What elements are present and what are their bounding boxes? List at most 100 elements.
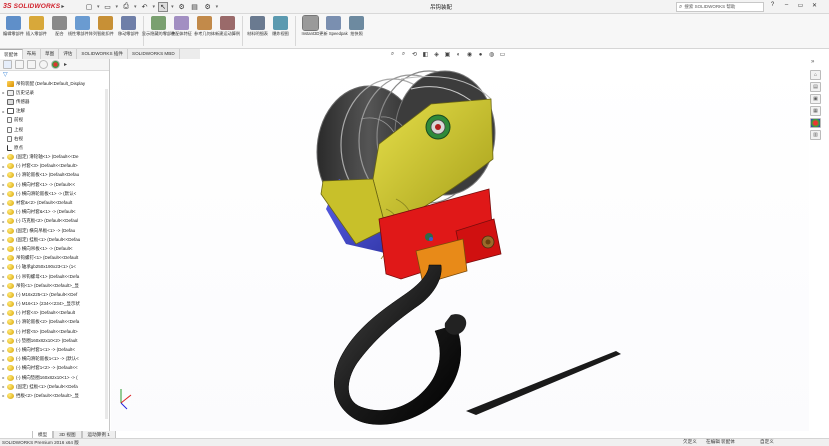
ribbon-button[interactable]: 参考几何体 xyxy=(193,14,216,36)
ribbon-button[interactable]: 拍快照 xyxy=(345,14,368,36)
expand-icon[interactable]: ▸ xyxy=(0,90,7,95)
undo-icon[interactable]: ↶ xyxy=(140,2,150,12)
ribbon-button[interactable]: 显示隐藏的零部件 xyxy=(142,14,175,36)
close-icon[interactable]: ✕ xyxy=(810,2,819,9)
expand-icon[interactable]: ▸ xyxy=(0,393,7,398)
ribbon-button[interactable]: 线性零部件阵列 xyxy=(68,14,97,36)
tree-item[interactable]: ▸ (-) 横向衬套1<1> -> (Default< xyxy=(0,345,109,354)
select-arrow-icon[interactable]: ↖ xyxy=(158,1,169,12)
tree-item[interactable]: 上视 xyxy=(0,125,109,134)
tree-item[interactable]: 前视 xyxy=(0,116,109,125)
ribbon-button[interactable]: 材料明细表 xyxy=(246,14,269,36)
chevron-down-icon[interactable]: ▾ xyxy=(134,4,137,10)
tree-item[interactable]: ▸ (-) 垫圈160x82x10<2> (Default xyxy=(0,336,109,345)
command-tab[interactable]: 布局 xyxy=(23,49,41,59)
property-manager-tab-icon[interactable] xyxy=(15,60,24,69)
expand-icon[interactable]: ▸ xyxy=(0,219,7,224)
chevron-down-icon[interactable]: ▾ xyxy=(153,4,156,10)
rebuild-icon[interactable]: ⚙ xyxy=(177,2,187,12)
design-library-icon[interactable]: ▤ xyxy=(810,82,821,92)
command-tab[interactable]: SOLIDWORKS 插件 xyxy=(77,49,129,59)
search-box[interactable]: ⌕ 搜索 SOLIDWORKS 帮助 xyxy=(676,2,764,12)
tree-item[interactable]: ▸ (-) M16<1> (234<<234>_显示状 xyxy=(0,300,109,309)
ribbon-button[interactable]: 爆炸视图 xyxy=(269,14,292,36)
display-style-icon[interactable]: ◐ xyxy=(454,50,463,59)
expand-icon[interactable]: ▸ xyxy=(0,201,7,206)
tree-item[interactable]: ▸ (-) 滑轮嵌板<1> (Default<Defau xyxy=(0,171,109,180)
tree-item[interactable]: ▸ 挡板<2> (Default<<Default>_显 xyxy=(0,391,109,400)
expand-icon[interactable]: ▸ xyxy=(0,109,7,114)
expand-icon[interactable]: ▸ xyxy=(0,228,7,233)
solidworks-logo[interactable]: 3S SOLIDWORKS ▸ xyxy=(0,3,70,10)
expand-icon[interactable]: ▸ xyxy=(0,357,7,362)
restore-icon[interactable]: ▭ xyxy=(796,2,805,9)
previous-view-icon[interactable]: ⟲ xyxy=(410,50,419,59)
expand-icon[interactable]: ▸ xyxy=(0,274,7,279)
tree-item[interactable]: ▸ 吊钩<1> (Default<<Default>_显 xyxy=(0,281,109,290)
tree-item[interactable]: 传感器 xyxy=(0,97,109,106)
edit-appearance-icon[interactable]: ● xyxy=(476,50,485,59)
expand-icon[interactable]: ▸ xyxy=(0,384,7,389)
expand-icon[interactable]: ▸ xyxy=(0,155,7,160)
ribbon-button[interactable]: 移动零部件 xyxy=(117,14,140,36)
task-pane-collapse-icon[interactable]: » xyxy=(811,59,814,65)
expand-icon[interactable]: ▸ xyxy=(0,210,7,215)
custom-properties-icon[interactable]: ▥ xyxy=(810,130,821,140)
expand-icon[interactable]: ▸ xyxy=(0,320,7,325)
help-icon[interactable]: ? xyxy=(768,2,777,9)
expand-icon[interactable]: ▸ xyxy=(0,182,7,187)
display-manager-tab-icon[interactable] xyxy=(51,60,60,69)
tree-item[interactable]: ▸ (固定) 滑轮轴<1> (Default<<De xyxy=(0,153,109,162)
expand-icon[interactable]: ▸ xyxy=(0,283,7,288)
panel-expand-icon[interactable]: ▸ xyxy=(64,61,67,68)
tree-item[interactable]: ▸ (-) 衬套<4> (Default<<Default xyxy=(0,309,109,318)
chevron-down-icon[interactable]: ▾ xyxy=(97,4,100,10)
tree-item[interactable]: ▸ (-) 衬套<3> (Default<<Default> xyxy=(0,162,109,171)
hook-assembly-model[interactable] xyxy=(111,59,809,431)
view-settings-icon[interactable]: ▭ xyxy=(498,50,507,59)
status-units[interactable]: 自定义 xyxy=(760,439,774,445)
view-triad[interactable] xyxy=(120,389,132,410)
dynamic-annotation-icon[interactable]: ◈ xyxy=(432,50,441,59)
tree-item[interactable]: ▸ (固定) 挂板<1> (Default<<Defau xyxy=(0,235,109,244)
section-view-icon[interactable]: ◧ xyxy=(421,50,430,59)
expand-icon[interactable]: ▸ xyxy=(0,164,7,169)
tree-item[interactable]: ▸ (-) 衬套<5> (Default<<Default> xyxy=(0,327,109,336)
tree-item[interactable]: ▸ (-) 巧克板<2> (Default<<Defaul xyxy=(0,217,109,226)
new-file-icon[interactable]: ▢ xyxy=(84,2,94,12)
tree-item[interactable]: ▸ (-) 横向衬套1<2> -> (Default<< xyxy=(0,364,109,373)
tree-item[interactable]: ▸ (-) 横向衬套&<1> -> (Default< xyxy=(0,208,109,217)
chevron-down-icon[interactable]: ▾ xyxy=(171,4,174,10)
ribbon-button[interactable]: 插入零部件 xyxy=(25,14,48,36)
file-properties-icon[interactable]: ▤ xyxy=(190,2,200,12)
tree-item[interactable]: ▸ 历史记录 xyxy=(0,88,109,97)
configuration-manager-tab-icon[interactable] xyxy=(27,60,36,69)
command-tab[interactable]: 评估 xyxy=(59,49,78,59)
expand-icon[interactable]: ▸ xyxy=(0,292,7,297)
expand-icon[interactable]: ▸ xyxy=(0,311,7,316)
tree-item[interactable]: ▸ (-) M16x225<1> (Default<<Def xyxy=(0,290,109,299)
view-orientation-icon[interactable]: ▣ xyxy=(443,50,452,59)
apply-scene-icon[interactable]: ◍ xyxy=(487,50,496,59)
minimize-icon[interactable]: – xyxy=(782,2,791,9)
print-icon[interactable]: ⎙ xyxy=(121,2,131,12)
tree-root[interactable]: 吊钩装配 (Default<Default_Display xyxy=(0,79,109,88)
tree-item[interactable]: ▸ (-) 横向衬套<1> -> (Default<< xyxy=(0,180,109,189)
expand-icon[interactable]: ▸ xyxy=(0,256,7,261)
command-tab[interactable]: SOLIDWORKS MBD xyxy=(128,49,180,59)
expand-icon[interactable]: ▸ xyxy=(0,348,7,353)
ribbon-button[interactable]: 编辑零部件 xyxy=(2,14,25,36)
expand-icon[interactable]: ▸ xyxy=(0,237,7,242)
tree-item[interactable]: ▸ (固定) 横向吊板<1> -> (Defau xyxy=(0,226,109,235)
graphics-area[interactable] xyxy=(111,59,809,431)
tree-item[interactable]: ▸ (-) 横向滑轮嵌板<1> -> (默认< xyxy=(0,189,109,198)
solidworks-resources-icon[interactable]: ⌂ xyxy=(810,70,821,80)
tree-item[interactable]: ▸ (-) 横向吊板<1> -> (Default< xyxy=(0,244,109,253)
hide-show-items-icon[interactable]: ◉ xyxy=(465,50,474,59)
tree-item[interactable]: ▸ (-) 横向垫圈160x82x10<1> -> ( xyxy=(0,373,109,382)
feature-manager-tab-icon[interactable] xyxy=(3,60,12,69)
expand-icon[interactable]: ▸ xyxy=(0,173,7,178)
filter-icon[interactable]: ▽ xyxy=(0,71,109,79)
dimxpert-tab-icon[interactable] xyxy=(39,60,48,69)
expand-icon[interactable]: ▸ xyxy=(0,375,7,380)
